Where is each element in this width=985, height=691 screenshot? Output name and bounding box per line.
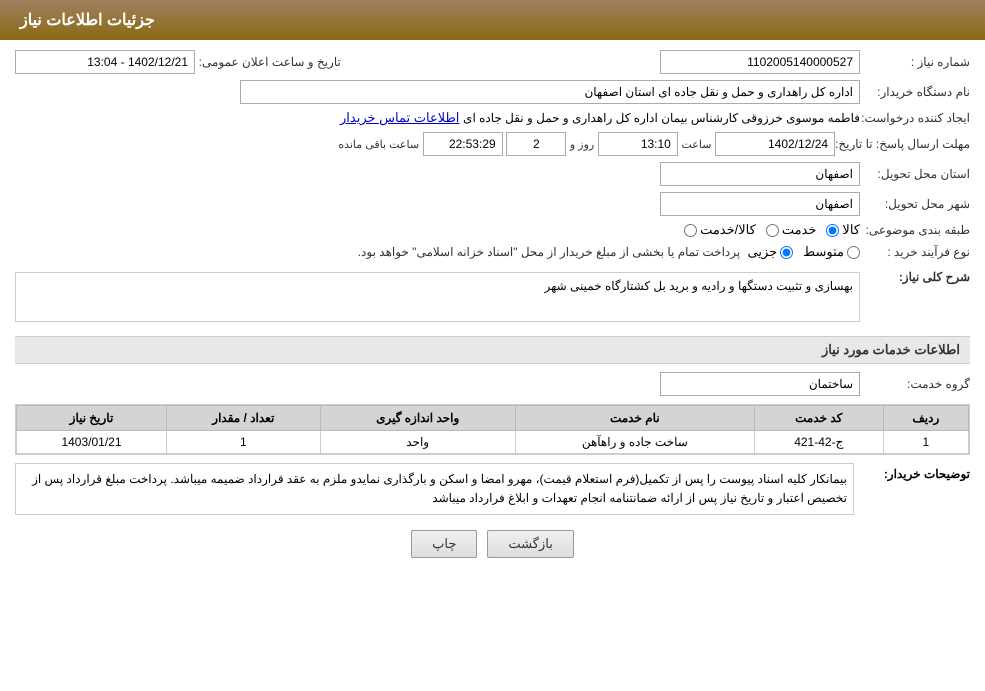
need-number-label: شماره نیاز : [860,55,970,69]
table-row: 1 ج-42-421 ساخت جاده و راهآهن واحد 1 140… [17,431,969,454]
need-description-row: شرح کلی نیاز: بهسازی و تثبیت دستگها و را… [15,266,970,328]
service-info-title: اطلاعات خدمات مورد نیاز [15,336,970,364]
need-description-text: بهسازی و تثبیت دستگها و رادیه و برید بل … [544,279,853,293]
buyer-org-row: نام دستگاه خریدار: [15,80,970,104]
buyer-notes-row: توضیحات خریدار: بیمانکار کلیه اسناد پیوس… [15,463,970,515]
col-service-name: نام خدمت [515,406,754,431]
city-label: شهر محل تحویل: [860,197,970,211]
page-title: جزئیات اطلاعات نیاز [20,12,155,29]
city-input[interactable] [660,192,860,216]
purchase-type-note: پرداخت تمام یا بخشی از مبلغ خریدار از مح… [358,245,741,259]
service-group-input[interactable] [660,372,860,396]
reply-day-label: روز و [570,138,594,151]
col-row-num: ردیف [883,406,968,431]
category-label: طبقه بندی موضوعی: [860,223,970,237]
purchase-motevaset-item[interactable]: متوسط [803,244,860,260]
contact-link[interactable]: اطلاعات تماس خریدار [340,110,459,126]
need-description-box: بهسازی و تثبیت دستگها و رادیه و برید بل … [15,272,860,322]
service-group-row: گروه خدمت: [15,372,970,396]
buyer-notes-label: توضیحات خریدار: [860,463,970,481]
col-service-code: کد خدمت [754,406,883,431]
reply-deadline-row: مهلت ارسال پاسخ: تا تاریخ: ساعت روز و سا… [15,132,970,156]
purchase-jazyi-label: جزیی [747,244,777,260]
reply-date-input[interactable] [715,132,835,156]
col-unit: واحد اندازه گیری [320,406,515,431]
requester-label: ایجاد کننده درخواست: [860,111,970,125]
service-table-container: ردیف کد خدمت نام خدمت واحد اندازه گیری ت… [15,404,970,455]
col-need-date: تاریخ نیاز [17,406,167,431]
purchase-jazyi-radio[interactable] [780,246,793,259]
buyer-notes-box: بیمانکار کلیه اسناد پیوست را پس از تکمیل… [15,463,854,515]
purchase-type-row: نوع فرآیند خرید : متوسط جزیی پرداخت تمام… [15,244,970,260]
cell-need-date: 1403/01/21 [17,431,167,454]
category-kala-khadamat-item[interactable]: کالا/خدمت [684,222,756,238]
table-header-row: ردیف کد خدمت نام خدمت واحد اندازه گیری ت… [17,406,969,431]
category-khadamat-radio[interactable] [766,224,779,237]
category-kala-khadamat-radio[interactable] [684,224,697,237]
cell-service-name: ساخت جاده و راهآهن [515,431,754,454]
purchase-motevaset-label: متوسط [803,244,844,260]
buyer-org-input[interactable] [240,80,860,104]
page-header: جزئیات اطلاعات نیاز [0,0,985,40]
reply-deadline-label: مهلت ارسال پاسخ: تا تاریخ: [835,137,970,151]
cell-row-num: 1 [883,431,968,454]
requester-value: فاطمه موسوی خرزوقی کارشناس بیمان اداره ک… [463,111,860,125]
purchase-motevaset-radio[interactable] [847,246,860,259]
reply-time-label: ساعت [681,138,711,151]
reply-time-input[interactable] [598,132,678,156]
province-row: استان محل تحویل: [15,162,970,186]
cell-unit: واحد [320,431,515,454]
cell-quantity: 1 [166,431,320,454]
purchase-type-label: نوع فرآیند خرید : [860,245,970,259]
service-group-label: گروه خدمت: [860,377,970,391]
main-content: شماره نیاز : تاریخ و ساعت اعلان عمومی: ن… [0,40,985,578]
need-number-row: شماره نیاز : تاریخ و ساعت اعلان عمومی: [15,50,970,74]
reply-days-input[interactable] [506,132,566,156]
need-description-label: شرح کلی نیاز: [860,266,970,284]
city-row: شهر محل تحویل: [15,192,970,216]
requester-row: ایجاد کننده درخواست: فاطمه موسوی خرزوقی … [15,110,970,126]
need-number-input[interactable] [660,50,860,74]
purchase-jazyi-item[interactable]: جزیی [747,244,793,260]
category-kala-radio[interactable] [826,224,839,237]
cell-service-code: ج-42-421 [754,431,883,454]
category-khadamat-label: خدمت [782,222,817,238]
col-quantity: تعداد / مقدار [166,406,320,431]
buyer-notes-text: بیمانکار کلیه اسناد پیوست را پس از تکمیل… [32,472,847,505]
announcement-date-label: تاریخ و ساعت اعلان عمومی: [199,55,341,69]
service-table: ردیف کد خدمت نام خدمت واحد اندازه گیری ت… [16,405,969,454]
category-radio-group: کالا/خدمت خدمت کالا [684,222,860,238]
back-button[interactable]: بازگشت [487,530,573,558]
purchase-type-radio-group: متوسط جزیی [747,244,860,260]
reply-remaining-input[interactable] [423,132,503,156]
category-row: طبقه بندی موضوعی: کالا/خدمت خدمت کالا [15,222,970,238]
announcement-date-input[interactable] [15,50,195,74]
category-kala-item[interactable]: کالا [826,222,860,238]
reply-remaining-label: ساعت باقی مانده [338,138,419,151]
province-label: استان محل تحویل: [860,167,970,181]
category-kala-label: کالا [842,222,860,238]
province-input[interactable] [660,162,860,186]
print-button[interactable]: چاپ [411,530,477,558]
category-kala-khadamat-label: کالا/خدمت [700,222,756,238]
category-khadamat-item[interactable]: خدمت [766,222,817,238]
button-row: بازگشت چاپ [15,530,970,558]
buyer-org-label: نام دستگاه خریدار: [860,85,970,99]
page-wrapper: جزئیات اطلاعات نیاز شماره نیاز : تاریخ و… [0,0,985,691]
